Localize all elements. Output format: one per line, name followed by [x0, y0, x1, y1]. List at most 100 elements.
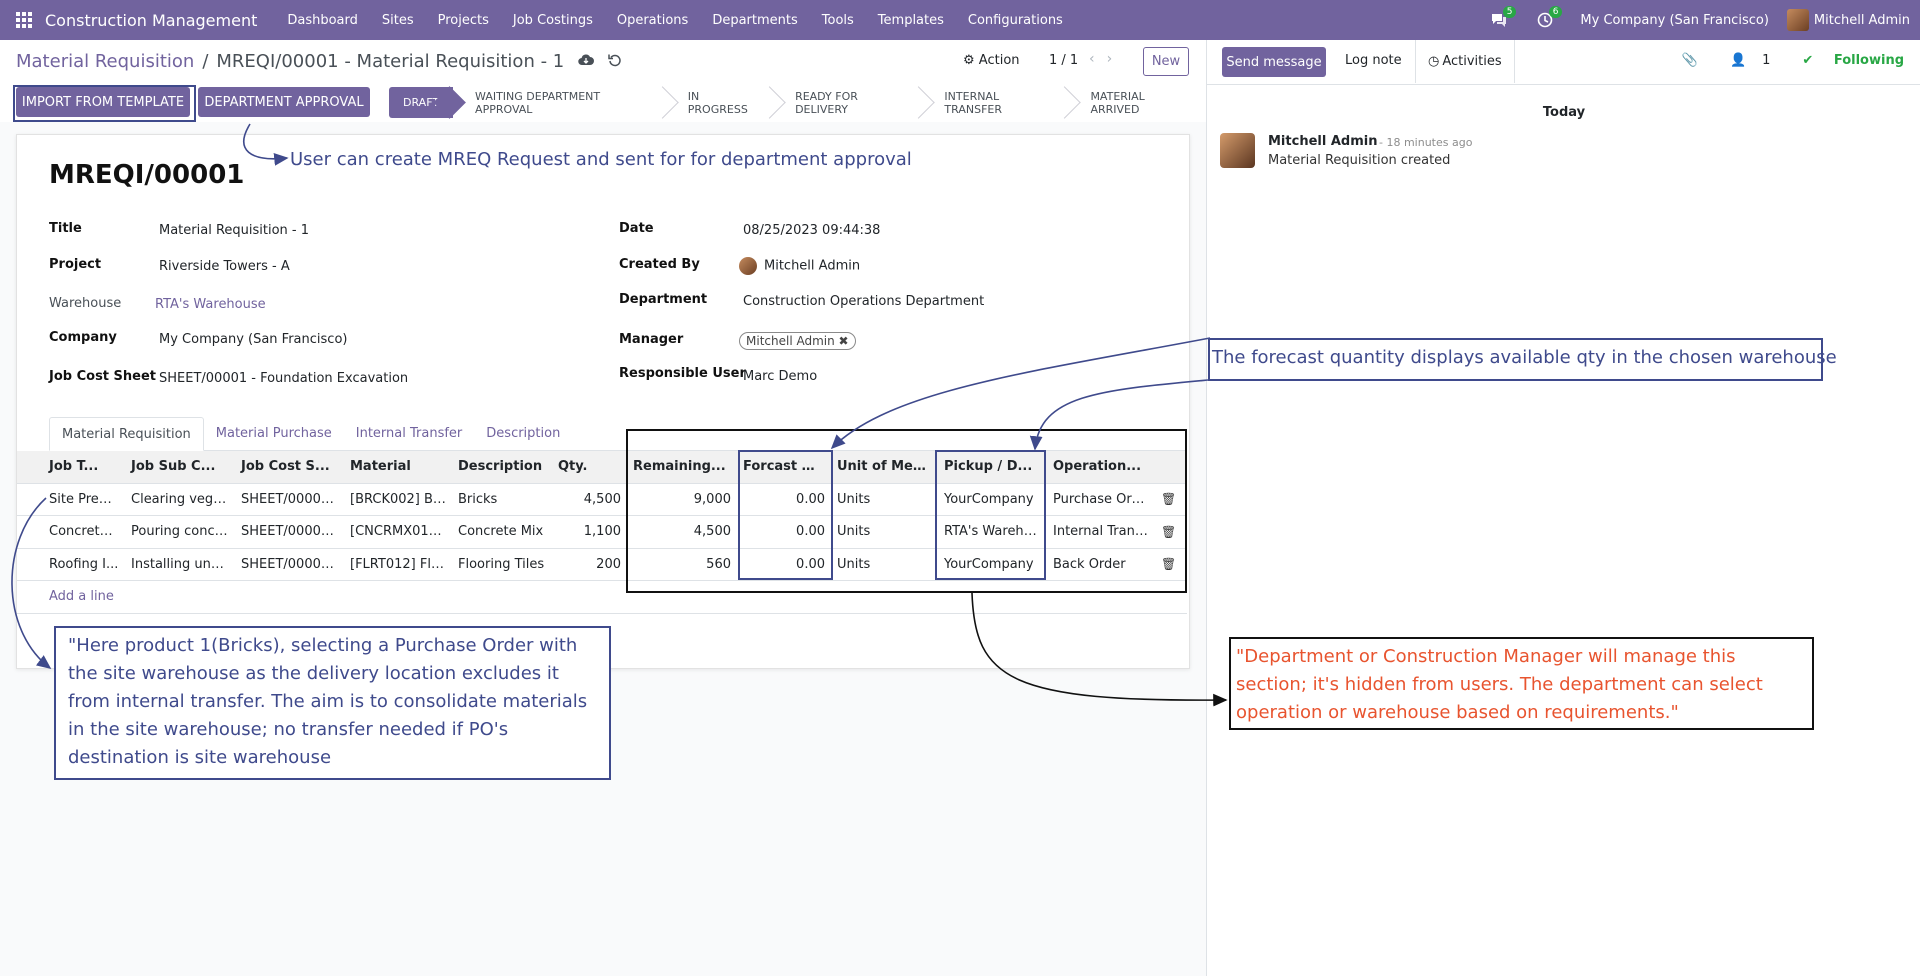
- col-job-cost-sheet[interactable]: Job Cost S...: [235, 451, 344, 484]
- activities-clock-icon[interactable]: 6: [1522, 0, 1568, 40]
- cell-forecast-qty[interactable]: 0.00: [737, 483, 831, 516]
- pager-next-icon[interactable]: ›: [1107, 51, 1113, 67]
- message-author[interactable]: Mitchell Admin: [1268, 134, 1377, 149]
- company-switcher[interactable]: My Company (San Francisco): [1568, 13, 1780, 28]
- menu-job-costings[interactable]: Job Costings: [501, 13, 605, 28]
- date-field[interactable]: 08/25/2023 09:44:38: [743, 223, 880, 238]
- tab-material-purchase[interactable]: Material Purchase: [204, 417, 344, 450]
- tab-internal-transfer[interactable]: Internal Transfer: [344, 417, 475, 450]
- cell-qty[interactable]: 200: [552, 548, 627, 581]
- cell-job-cost-sheet[interactable]: SHEET/00001 -...: [235, 548, 344, 581]
- cell-job-cost-sheet[interactable]: SHEET/00001 -...: [235, 515, 344, 549]
- table-row[interactable]: Site Prep... Clearing veget... SHEET/000…: [17, 483, 1187, 516]
- cell-job-type[interactable]: Roofing I...: [17, 548, 125, 581]
- message-author-avatar[interactable]: [1220, 133, 1255, 168]
- cell-job-sub-category[interactable]: Installing unde...: [125, 548, 235, 581]
- warehouse-link[interactable]: RTA's Warehouse: [155, 297, 266, 312]
- col-job-sub-category[interactable]: Job Sub C...: [125, 451, 235, 484]
- table-row[interactable]: Concrete ... Pouring concr... SHEET/0000…: [17, 515, 1187, 549]
- stage-waiting-department-approval[interactable]: WAITING DEPARTMENT APPROVAL: [453, 87, 666, 118]
- col-pickup-destination[interactable]: Pickup / D...: [938, 451, 1047, 484]
- messages-icon[interactable]: 5: [1476, 0, 1522, 40]
- col-material[interactable]: Material: [344, 451, 452, 484]
- col-forecast-qty[interactable]: Forcast Qty.: [737, 451, 831, 484]
- user-menu[interactable]: Mitchell Admin: [1781, 9, 1920, 31]
- menu-operations[interactable]: Operations: [605, 13, 700, 28]
- cell-operation[interactable]: Purchase Order: [1047, 483, 1155, 516]
- delete-row-icon[interactable]: 🗑: [1155, 483, 1187, 516]
- col-operation[interactable]: Operation...: [1047, 451, 1155, 484]
- cell-material[interactable]: [FLRT012] Flo...: [344, 548, 452, 581]
- col-unit-of-measure[interactable]: Unit of Measure: [831, 451, 938, 484]
- cell-unit-of-measure[interactable]: Units: [831, 483, 938, 516]
- cloud-save-icon[interactable]: [578, 54, 595, 70]
- cell-description[interactable]: Concrete Mix: [452, 515, 552, 549]
- cell-material[interactable]: [BRCK002] Bri...: [344, 483, 452, 516]
- paperclip-icon[interactable]: 📎: [1682, 53, 1698, 68]
- cell-remaining[interactable]: 4,500: [627, 515, 737, 549]
- stage-draft[interactable]: DRAFT: [389, 87, 454, 118]
- stage-material-arrived[interactable]: MATERIAL ARRIVED: [1068, 87, 1207, 118]
- col-qty[interactable]: Qty.: [552, 451, 627, 484]
- cell-pickup-destination[interactable]: YourCompany: [938, 548, 1047, 581]
- stage-in-progress[interactable]: IN PROGRESS: [665, 87, 774, 118]
- followers-button[interactable]: 👤 1: [1714, 53, 1770, 68]
- app-brand[interactable]: Construction Management: [45, 11, 257, 30]
- cell-operation[interactable]: Back Order: [1047, 548, 1155, 581]
- department-approval-button[interactable]: DEPARTMENT APPROVAL: [198, 87, 370, 117]
- cell-material[interactable]: [CNCRMX018] ...: [344, 515, 452, 549]
- col-description[interactable]: Description: [452, 451, 552, 484]
- col-remaining[interactable]: Remaining...: [627, 451, 737, 484]
- table-row[interactable]: Roofing I... Installing unde... SHEET/00…: [17, 548, 1187, 581]
- import-from-template-button[interactable]: IMPORT FROM TEMPLATE: [16, 87, 190, 117]
- discard-undo-icon[interactable]: [608, 53, 622, 71]
- cell-remaining[interactable]: 560: [627, 548, 737, 581]
- apps-menu-icon[interactable]: [0, 0, 48, 40]
- activities-button[interactable]: ◷ Activities: [1415, 40, 1515, 83]
- remove-tag-icon[interactable]: ✖: [839, 334, 849, 348]
- tab-material-requisition[interactable]: Material Requisition: [49, 417, 204, 451]
- col-job-type[interactable]: Job T...: [17, 451, 125, 484]
- cell-operation[interactable]: Internal Transfer: [1047, 515, 1155, 549]
- stage-internal-transfer[interactable]: INTERNAL TRANSFER: [922, 87, 1069, 118]
- cell-job-sub-category[interactable]: Clearing veget...: [125, 483, 235, 516]
- cell-description[interactable]: Flooring Tiles: [452, 548, 552, 581]
- action-button[interactable]: ⚙ Action: [963, 53, 1020, 68]
- stage-ready-for-delivery[interactable]: READY FOR DELIVERY: [773, 87, 923, 118]
- cell-job-type[interactable]: Site Prep...: [17, 483, 125, 516]
- add-line-link[interactable]: Add a line: [49, 589, 114, 604]
- cell-unit-of-measure[interactable]: Units: [831, 515, 938, 549]
- pager-value[interactable]: 1 / 1: [1049, 53, 1078, 68]
- company-field[interactable]: My Company (San Francisco): [159, 332, 347, 347]
- manager-tag[interactable]: Mitchell Admin ✖: [739, 332, 856, 350]
- tab-description[interactable]: Description: [474, 417, 572, 450]
- cell-forecast-qty[interactable]: 0.00: [737, 515, 831, 549]
- menu-departments[interactable]: Departments: [700, 13, 809, 28]
- delete-row-icon[interactable]: 🗑: [1155, 548, 1187, 581]
- cell-qty[interactable]: 4,500: [552, 483, 627, 516]
- send-message-button[interactable]: Send message: [1222, 47, 1326, 77]
- menu-tools[interactable]: Tools: [810, 13, 866, 28]
- delete-row-icon[interactable]: 🗑: [1155, 515, 1187, 549]
- cell-forecast-qty[interactable]: 0.00: [737, 548, 831, 581]
- cell-job-sub-category[interactable]: Pouring concr...: [125, 515, 235, 549]
- breadcrumb-parent[interactable]: Material Requisition: [16, 51, 194, 72]
- cell-job-cost-sheet[interactable]: SHEET/00001 -...: [235, 483, 344, 516]
- menu-templates[interactable]: Templates: [866, 13, 956, 28]
- cell-qty[interactable]: 1,100: [552, 515, 627, 549]
- pager-previous-icon[interactable]: ‹: [1089, 51, 1095, 67]
- cell-description[interactable]: Bricks: [452, 483, 552, 516]
- menu-dashboard[interactable]: Dashboard: [275, 13, 370, 28]
- new-button[interactable]: New: [1143, 47, 1189, 76]
- cell-remaining[interactable]: 9,000: [627, 483, 737, 516]
- title-field[interactable]: Material Requisition - 1: [159, 223, 309, 238]
- following-button[interactable]: ✔ Following: [1786, 53, 1904, 68]
- cell-pickup-destination[interactable]: RTA's Warehouse: [938, 515, 1047, 549]
- menu-configurations[interactable]: Configurations: [956, 13, 1075, 28]
- cell-job-type[interactable]: Concrete ...: [17, 515, 125, 549]
- log-note-button[interactable]: Log note: [1345, 53, 1402, 68]
- department-field[interactable]: Construction Operations Department: [743, 294, 984, 309]
- cell-unit-of-measure[interactable]: Units: [831, 548, 938, 581]
- job-cost-sheet-field[interactable]: SHEET/00001 - Foundation Excavation: [159, 371, 408, 386]
- menu-projects[interactable]: Projects: [426, 13, 501, 28]
